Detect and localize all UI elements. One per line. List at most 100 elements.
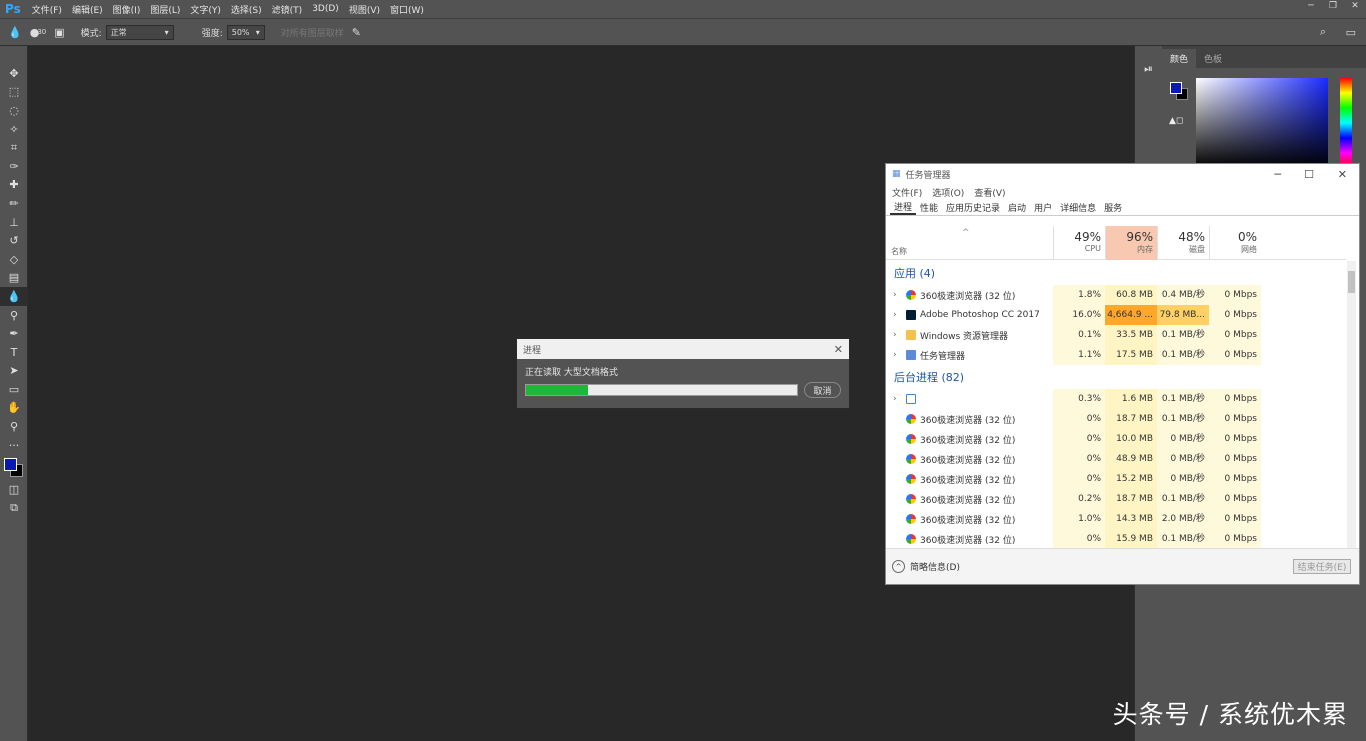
expand-icon[interactable]: › <box>893 290 897 300</box>
dodge-tool-icon[interactable]: ⚲ <box>0 306 28 325</box>
scrollbar[interactable] <box>1347 261 1356 551</box>
eraser-tool-icon[interactable]: ◇ <box>0 250 28 269</box>
mode-select[interactable]: 正常 ▾ <box>105 24 174 40</box>
workspace-icon[interactable]: ▭ <box>1346 26 1356 39</box>
fewer-details-link[interactable]: 简略信息(D) <box>910 560 960 573</box>
cpu-column-header[interactable]: 49% CPU <box>1053 226 1105 260</box>
history-icon[interactable]: ⏯ <box>1135 62 1162 76</box>
screen-mode-icon[interactable]: ⧉ <box>0 499 28 518</box>
cpu-cell: 0% <box>1053 409 1105 429</box>
hue-slider[interactable] <box>1340 78 1352 168</box>
network-column-header[interactable]: 0% 网络 <box>1209 226 1261 260</box>
history-brush-icon[interactable]: ↺ <box>0 231 28 250</box>
background-process-row[interactable]: 360极速浏览器 (32 位) 0% 18.7 MB 0.1 MB/秒 0 Mbps <box>886 409 1346 429</box>
type-tool-icon[interactable]: T <box>0 343 28 362</box>
menu-layer[interactable]: 图层(L) <box>145 3 185 16</box>
tab-processes[interactable]: 进程 <box>890 200 917 215</box>
browser-icon <box>906 514 916 524</box>
tab-details[interactable]: 详细信息 <box>1056 201 1100 214</box>
menu-type[interactable]: 文字(Y) <box>185 3 226 16</box>
gamut-warning-icon[interactable]: ▲◻ <box>1169 116 1183 126</box>
color-picker-field[interactable] <box>1196 78 1328 168</box>
path-select-icon[interactable]: ➤ <box>0 362 28 381</box>
background-process-row[interactable]: 360极速浏览器 (32 位) 0% 15.2 MB 0 MB/秒 0 Mbps <box>886 469 1346 489</box>
app-process-row[interactable]: › Windows 资源管理器 0.1% 33.5 MB 0.1 MB/秒 0 Mbps <box>886 325 1346 345</box>
app-process-row[interactable]: › Adobe Photoshop CC 2017 16.0% 4,664.9 ...… <box>886 305 1346 325</box>
process-group-header[interactable]: 后台进程 (82) <box>886 365 1346 389</box>
tab-startup[interactable]: 启动 <box>1004 201 1030 214</box>
blur-tool-icon[interactable]: 💧 <box>8 26 22 39</box>
expand-icon[interactable]: › <box>893 350 897 360</box>
eyedropper-icon[interactable]: ✑ <box>0 157 28 176</box>
collapse-icon[interactable]: ^ <box>892 560 905 573</box>
menu-file[interactable]: 文件(F) <box>892 186 922 199</box>
magic-wand-icon[interactable]: ✧ <box>0 120 28 139</box>
background-process-row[interactable]: 360极速浏览器 (32 位) 0% 48.9 MB 0 MB/秒 0 Mbps <box>886 449 1346 469</box>
menu-edit[interactable]: 编辑(E) <box>67 3 108 16</box>
stamp-tool-icon[interactable]: ⊥ <box>0 213 28 232</box>
background-process-row[interactable]: 360极速浏览器 (32 位) 0.2% 18.7 MB 0.1 MB/秒 0 Mbps <box>886 489 1346 509</box>
menu-select[interactable]: 选择(S) <box>226 3 267 16</box>
memory-column-header[interactable]: 96% 内存 <box>1105 226 1157 260</box>
close-icon[interactable]: ✕ <box>834 343 843 356</box>
close-icon[interactable]: ✕ <box>1338 168 1347 181</box>
healing-brush-icon[interactable]: ✚ <box>0 176 28 195</box>
end-task-button[interactable]: 结束任务(E) <box>1293 559 1351 574</box>
expand-icon[interactable]: › <box>893 310 897 320</box>
pen-tool-icon[interactable]: ✒ <box>0 324 28 343</box>
app-process-row[interactable]: › 360极速浏览器 (32 位) 1.8% 60.8 MB 0.4 MB/秒 0 Mbp… <box>886 285 1346 305</box>
menu-view[interactable]: 视图(V) <box>344 3 385 16</box>
hand-tool-icon[interactable]: ✋ <box>0 399 28 418</box>
crop-tool-icon[interactable]: ⌗ <box>0 138 28 157</box>
menu-image[interactable]: 图像(I) <box>108 3 146 16</box>
restore-icon[interactable]: ❐ <box>1322 0 1344 12</box>
menu-3d[interactable]: 3D(D) <box>307 4 344 14</box>
tab-app-history[interactable]: 应用历史记录 <box>942 201 1004 214</box>
move-tool-icon[interactable]: ✥ <box>0 64 28 83</box>
menu-view[interactable]: 查看(V) <box>974 186 1005 199</box>
expand-icon[interactable]: › <box>893 394 897 404</box>
gradient-tool-icon[interactable]: ▤ <box>0 269 28 288</box>
brush-settings-icon[interactable]: ▣ <box>54 26 64 39</box>
background-process-row[interactable]: 360极速浏览器 (32 位) 0% 15.9 MB 0.1 MB/秒 0 Mbps <box>886 529 1346 549</box>
sample-all-layers[interactable]: 对所有图层取样 <box>281 26 344 39</box>
tab-performance[interactable]: 性能 <box>916 201 942 214</box>
app-process-row[interactable]: › 任务管理器 1.1% 17.5 MB 0.1 MB/秒 0 Mbps <box>886 345 1346 365</box>
maximize-icon[interactable]: ☐ <box>1304 168 1314 181</box>
process-group-header[interactable]: 应用 (4) <box>886 261 1346 285</box>
blur-tool-icon[interactable]: 💧 <box>0 287 28 306</box>
tab-swatches[interactable]: 色板 <box>1196 49 1230 68</box>
search-icon[interactable]: ⌕ <box>1320 25 1326 39</box>
zoom-tool-icon[interactable]: ⚲ <box>0 417 28 436</box>
background-process-row[interactable]: › 0.3% 1.6 MB 0.1 MB/秒 0 Mbps <box>886 389 1346 409</box>
marquee-tool-icon[interactable]: ⬚ <box>0 83 28 102</box>
brush-tool-icon[interactable]: ✏ <box>0 194 28 213</box>
minimize-icon[interactable]: ─ <box>1274 168 1281 181</box>
menu-window[interactable]: 窗口(W) <box>385 3 429 16</box>
tab-services[interactable]: 服务 <box>1100 201 1126 214</box>
disk-column-header[interactable]: 48% 磁盘 <box>1157 226 1209 260</box>
background-process-row[interactable]: 360极速浏览器 (32 位) 1.0% 14.3 MB 2.0 MB/秒 0 Mbps <box>886 509 1346 529</box>
tab-users[interactable]: 用户 <box>1030 201 1056 214</box>
foreground-swatch[interactable] <box>1170 82 1182 94</box>
color-swatches[interactable] <box>0 454 28 480</box>
foreground-color[interactable] <box>4 458 17 472</box>
menu-file[interactable]: 文件(F) <box>27 3 67 16</box>
quick-mask-icon[interactable]: ◫ <box>0 480 28 499</box>
menu-filter[interactable]: 滤镜(T) <box>267 3 308 16</box>
pressure-icon[interactable]: ✎ <box>352 26 361 39</box>
task-manager-window: ▦ 任务管理器 ─ ☐ ✕ 文件(F) 选项(O) 查看(V) 进程 性能 应用… <box>885 163 1360 585</box>
minimize-icon[interactable]: ─ <box>1300 0 1322 12</box>
tab-color[interactable]: 颜色 <box>1162 49 1197 68</box>
background-process-row[interactable]: 360极速浏览器 (32 位) 0% 10.0 MB 0 MB/秒 0 Mbps <box>886 429 1346 449</box>
close-icon[interactable]: ✕ <box>1344 0 1366 12</box>
menu-options[interactable]: 选项(O) <box>932 186 964 199</box>
lasso-tool-icon[interactable]: ◌ <box>0 101 28 120</box>
cancel-button[interactable]: 取消 <box>804 382 841 398</box>
more-tools-icon[interactable]: ··· <box>0 436 28 455</box>
name-column-header[interactable]: 名称 <box>891 246 907 257</box>
scrollbar-thumb[interactable] <box>1348 271 1355 293</box>
strength-input[interactable]: 50% ▾ <box>226 24 265 40</box>
expand-icon[interactable]: › <box>893 330 897 340</box>
rectangle-tool-icon[interactable]: ▭ <box>0 380 28 399</box>
